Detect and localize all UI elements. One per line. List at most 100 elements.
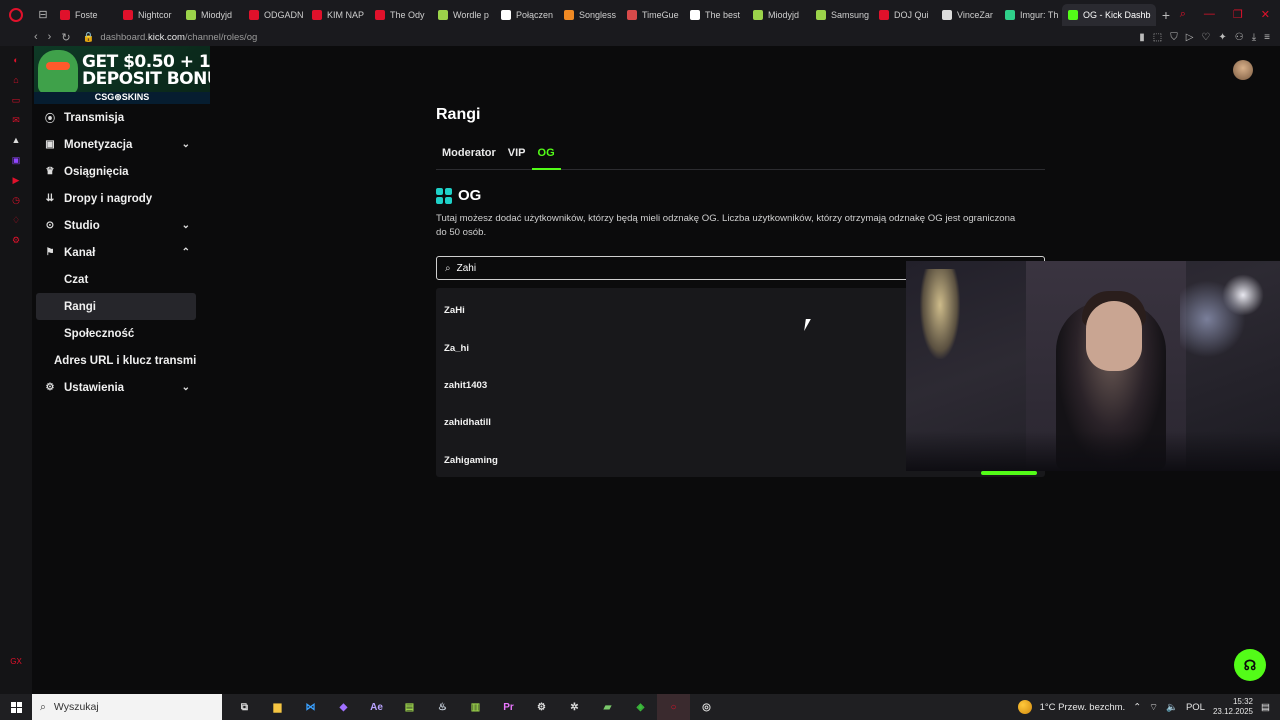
- maximize-icon[interactable]: ❐: [1233, 8, 1243, 21]
- clock[interactable]: 15:32 23.12.2025: [1213, 697, 1253, 717]
- sidebar-item-monetyzacja[interactable]: ▣ Monetyzacja ⌄: [36, 131, 196, 158]
- messenger-icon[interactable]: ▭: [10, 94, 22, 106]
- extensions-icon[interactable]: ✦: [1218, 32, 1226, 43]
- taskbar: ⌕ Wyszukaj ⧉ ▆ ⋈ ◆ Ae ▤ ♨ ▥ Pr ⚙ ✲ ▰ ◈ ○…: [0, 694, 1280, 720]
- ad-banner[interactable]: GET $0.50 + 10 DEPOSIT BONU CSG⊚SKINS: [34, 46, 210, 104]
- channel-icon: ⚑: [45, 247, 55, 258]
- start-button[interactable]: [0, 701, 32, 713]
- minimize-icon[interactable]: —: [1204, 8, 1215, 21]
- sidebar-item-label: Społeczność: [64, 327, 135, 340]
- tab-label: DOJ Qui: [894, 9, 929, 20]
- gx-icon[interactable]: GX: [10, 657, 22, 666]
- pinboard-icon[interactable]: ♢: [10, 214, 22, 226]
- history-icon[interactable]: ◷: [10, 194, 22, 206]
- browser-tab[interactable]: Połączen: [495, 4, 558, 26]
- kick-sidebar-icon[interactable]: ▲: [10, 134, 22, 146]
- browser-tab[interactable]: ODGADN: [243, 4, 306, 26]
- browser-tab[interactable]: Miodyjd: [180, 4, 243, 26]
- browser-tab[interactable]: Samsung: [810, 4, 873, 26]
- steelseries-icon[interactable]: ✲: [558, 694, 591, 720]
- browser-tab[interactable]: DOJ Qui: [873, 4, 936, 26]
- settings-icon[interactable]: ⚙: [525, 694, 558, 720]
- close-window-icon[interactable]: ✕: [1261, 8, 1270, 21]
- browser-tab[interactable]: Imgur: Th: [999, 4, 1062, 26]
- download-icon[interactable]: ⤓: [1252, 32, 1256, 43]
- url-field[interactable]: 🔒 dashboard.kick.com/channel/roles/og: [83, 32, 258, 43]
- aria-icon[interactable]: ◐: [10, 54, 22, 66]
- player-icon[interactable]: ▷: [1186, 32, 1194, 43]
- sidebar-item-dropy[interactable]: ⇊ Dropy i nagrody: [36, 185, 196, 212]
- sidebar-item-spolecznosc[interactable]: Społeczność: [36, 320, 196, 347]
- tab-og[interactable]: OG: [531, 144, 561, 170]
- window-controls: ⌕ — ❐ ✕: [1180, 8, 1280, 21]
- settings-side-icon[interactable]: ⚙: [10, 234, 22, 246]
- opera-gx-taskbar-icon[interactable]: ○: [657, 694, 690, 720]
- sidebar-item-adres-url[interactable]: Adres URL i klucz transmisji: [36, 347, 196, 374]
- sidebar-item-label: Transmisja: [64, 111, 125, 124]
- new-tab-button[interactable]: +: [1156, 7, 1176, 23]
- bookmark-icon[interactable]: ▮: [1139, 32, 1145, 43]
- avatar[interactable]: [1233, 60, 1253, 80]
- sidebar-item-osiagniecia[interactable]: ♛ Osiągnięcia: [36, 158, 196, 185]
- sidebar-item-studio[interactable]: ⊙ Studio ⌄: [36, 212, 196, 239]
- volume-icon[interactable]: 🔈: [1166, 702, 1178, 713]
- file-explorer-icon[interactable]: ▆: [261, 694, 294, 720]
- after-effects-icon[interactable]: Ae: [360, 694, 393, 720]
- sidebar-item-label: Osiągnięcia: [64, 165, 129, 178]
- app-icon[interactable]: ▰: [591, 694, 624, 720]
- sidebar-item-czat[interactable]: Czat: [36, 266, 196, 293]
- network-icon[interactable]: ⌔: [1149, 702, 1158, 713]
- app-icon[interactable]: ▥: [459, 694, 492, 720]
- browser-tab[interactable]: TimeGue: [621, 4, 684, 26]
- taskbar-search[interactable]: ⌕ Wyszukaj: [32, 694, 222, 720]
- opera-logo-icon[interactable]: [0, 0, 32, 29]
- sidebar-item-rangi[interactable]: Rangi: [36, 293, 196, 320]
- page-title: Rangi: [436, 106, 481, 123]
- browser-tab-bar: ⊟ Foste Nightcor Miodyjd ODGADN KIM NAP The O…: [0, 0, 1280, 29]
- browser-tab[interactable]: Nightcor: [117, 4, 180, 26]
- tab-moderator[interactable]: Moderator: [436, 144, 502, 170]
- player-side-icon[interactable]: ▶: [10, 174, 22, 186]
- sidebar-item-transmisja[interactable]: ⦿ Transmisja: [36, 104, 196, 131]
- task-view-icon[interactable]: ⧉: [228, 694, 261, 720]
- chat-icon[interactable]: ⌂: [10, 74, 22, 86]
- browser-tab[interactable]: The best: [684, 4, 747, 26]
- browser-tab[interactable]: Songless: [558, 4, 621, 26]
- app-icon[interactable]: ◆: [327, 694, 360, 720]
- browser-tab[interactable]: The Ody: [369, 4, 432, 26]
- forward-icon[interactable]: ›: [48, 31, 52, 44]
- twitch-icon[interactable]: ▣: [10, 154, 22, 166]
- browser-tab[interactable]: KIM NAP: [306, 4, 369, 26]
- heart-icon[interactable]: ♡: [1201, 32, 1210, 43]
- tab-vip[interactable]: VIP: [502, 144, 532, 170]
- sidebar-item-kanal[interactable]: ⚑ Kanał ⌃: [36, 239, 196, 266]
- app-icon[interactable]: ▤: [393, 694, 426, 720]
- browser-tab[interactable]: VinceZar: [936, 4, 999, 26]
- menu-icon[interactable]: ≡: [1264, 32, 1270, 43]
- ad-brand: CSG⊚SKINS: [34, 92, 210, 104]
- app-icon[interactable]: ◎: [690, 694, 723, 720]
- snapshot-icon[interactable]: ⬚: [1153, 32, 1162, 43]
- tab-label: ODGADN: [264, 9, 304, 20]
- weather-text[interactable]: 1°C Przew. bezchm.: [1040, 702, 1126, 713]
- browser-tab[interactable]: Miodyjd: [747, 4, 810, 26]
- steam-icon[interactable]: ♨: [426, 694, 459, 720]
- app-icon[interactable]: ◈: [624, 694, 657, 720]
- search-tabs-icon[interactable]: ⌕: [1180, 8, 1186, 21]
- vs-code-icon[interactable]: ⋈: [294, 694, 327, 720]
- support-chat-button[interactable]: ☊: [1234, 649, 1266, 681]
- account-icon[interactable]: ⚇: [1235, 32, 1244, 43]
- language-indicator[interactable]: POL: [1186, 702, 1205, 713]
- reload-icon[interactable]: ↻: [61, 31, 70, 44]
- gmail-icon[interactable]: ✉: [10, 114, 22, 126]
- back-icon[interactable]: ‹: [34, 31, 38, 44]
- notifications-icon[interactable]: ▤: [1261, 702, 1270, 713]
- tab-active[interactable]: OG - Kick Dashb ✕: [1062, 3, 1156, 26]
- browser-tab[interactable]: Foste: [54, 4, 117, 26]
- shield-icon[interactable]: ⛉: [1170, 32, 1178, 43]
- chevron-up-icon[interactable]: ⌃: [1133, 702, 1141, 713]
- sidebar-item-ustawienia[interactable]: ⚙ Ustawienia ⌄: [36, 374, 196, 401]
- browser-tab[interactable]: Wordle p: [432, 4, 495, 26]
- premiere-icon[interactable]: Pr: [492, 694, 525, 720]
- workspaces-icon[interactable]: ⊟: [32, 8, 54, 21]
